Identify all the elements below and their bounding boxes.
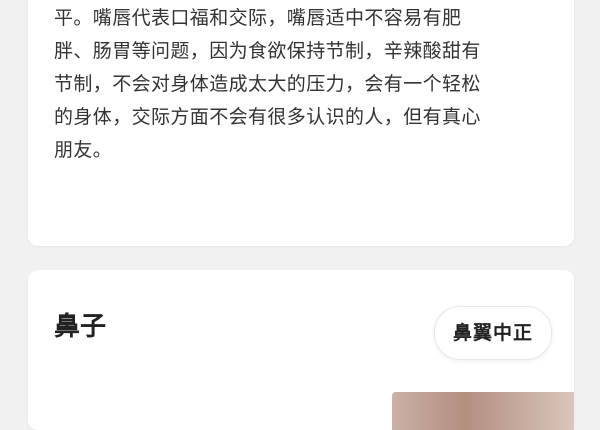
description-paragraph: 平。嘴唇代表口福和交际，嘴唇适中不容易有肥 胖、肠胃等问题，因为食欲保持节制，辛… (54, 2, 554, 167)
section-image (392, 392, 574, 430)
section-title: 鼻子 (54, 312, 107, 342)
description-line: 节制，不会对身体造成太大的压力，会有一个轻松 (54, 73, 481, 95)
description-card: 平。嘴唇代表口福和交际，嘴唇适中不容易有肥 胖、肠胃等问题，因为食欲保持节制，辛… (28, 0, 574, 246)
description-line: 平。嘴唇代表口福和交际，嘴唇适中不容易有肥 (54, 7, 462, 29)
description-line: 的身体，交际方面不会有很多认识的人，但有真心 (54, 106, 481, 128)
description-line: 胖、肠胃等问题，因为食欲保持节制，辛辣酸甜有 (54, 40, 481, 62)
nose-section-card: 鼻子 鼻翼中正 (28, 270, 574, 430)
description-line: 朋友。 (54, 139, 113, 161)
feature-tag-button[interactable]: 鼻翼中正 (433, 306, 552, 360)
